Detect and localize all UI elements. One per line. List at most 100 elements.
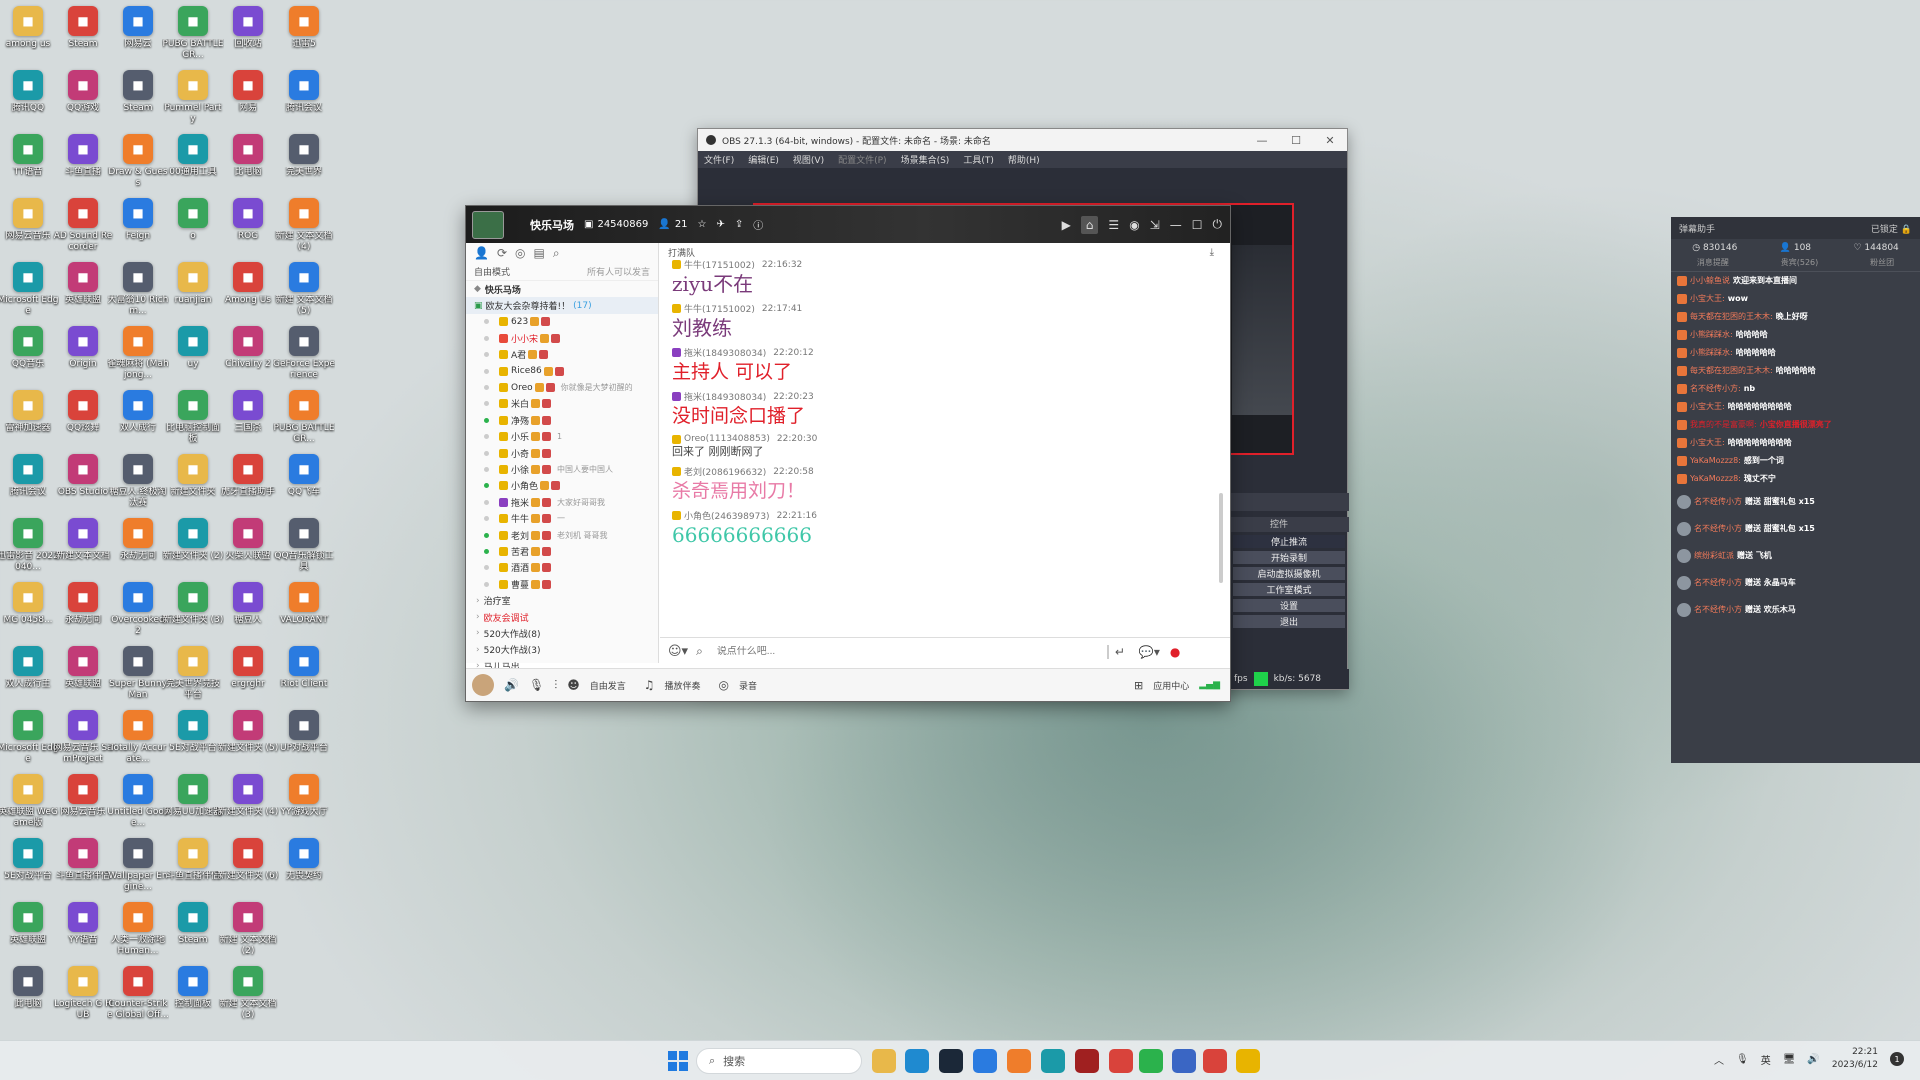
tab-messages[interactable]: 消息提醒 [1697, 257, 1729, 271]
notification-icon[interactable]: 1 [1890, 1052, 1904, 1066]
app-center-label[interactable]: 应用中心 [1153, 679, 1189, 692]
message-user[interactable]: 拖米(1849308034) [684, 346, 766, 359]
obs-menu-file[interactable]: 文件(F) [704, 153, 734, 166]
desktop-icon[interactable]: ■ 比电脑控制面板 [163, 390, 223, 445]
tab-fans[interactable]: 粉丝团 [1870, 257, 1894, 271]
desktop-icon[interactable]: ■ 英雄联盟 [0, 902, 58, 946]
member-row[interactable]: 623 [466, 314, 658, 330]
desktop-icon[interactable]: ■ 糖豆人 [218, 582, 278, 626]
share-icon[interactable]: ⇪ [735, 219, 743, 230]
danmaku-user[interactable]: YaKaMozzz8: [1690, 474, 1741, 484]
obs-icon[interactable] [1007, 1049, 1031, 1073]
desktop-icon[interactable]: ■ Draw & Guess [108, 134, 168, 189]
desktop-icon[interactable]: ■ 雀魂麻将 (Mahjong... [107, 326, 169, 381]
exit-button[interactable]: 退出 [1232, 614, 1346, 629]
stop-stream-button[interactable]: 停止推流 [1232, 534, 1346, 549]
desktop-icon[interactable]: ■ Among Us [218, 262, 278, 306]
desktop-icon[interactable]: ■ 5E对战平台 [163, 710, 223, 754]
desktop-icon[interactable]: ■ GeForce Experience [273, 326, 335, 381]
desktop-icon[interactable]: ■ UP对战平台 [274, 710, 334, 754]
desktop-icon[interactable]: ■ 网易云音乐 [53, 774, 113, 818]
desktop-icon[interactable]: ■ 网易 [218, 70, 278, 114]
plane-icon[interactable]: ✈ [717, 219, 725, 230]
desktop-icon[interactable]: ■ 网易云音乐 [0, 198, 58, 242]
desktop-icon[interactable]: ■ TT语音 [0, 134, 58, 178]
yy-channel-window[interactable]: 快乐马场 ▣ 24540869 👤 21 ☆ ✈ ⇪ ⓘ ▶ ⌂ ☰ ◉ ⇲ —… [465, 205, 1231, 702]
free-speak-label[interactable]: 自由发言 [590, 679, 626, 692]
desktop-icon[interactable]: ■ QQ飞车 [274, 454, 334, 498]
yy-voice-icon[interactable] [1236, 1049, 1260, 1073]
desktop-icon[interactable]: ■ Feign [108, 198, 168, 242]
chat-tab[interactable]: 打满队 [660, 243, 1226, 259]
desktop-icon[interactable]: ■ 英雄联盟 WeGame版 [0, 774, 58, 829]
location-icon[interactable]: ◎ [515, 246, 525, 260]
obs-menu-edit[interactable]: 编辑(E) [748, 153, 779, 166]
desktop-icon[interactable]: ■ Logitech G HUB [53, 966, 113, 1021]
danmaku-user[interactable]: 名不经传小方 [1694, 578, 1742, 588]
netease-music-icon[interactable] [1109, 1049, 1133, 1073]
desktop-icon[interactable]: ■ Pummel Party [163, 70, 223, 125]
danmaku-user[interactable]: 小熊踩踩水: [1690, 348, 1733, 358]
music-icon[interactable]: ♫ [644, 678, 655, 692]
desktop-icon[interactable]: ■ 网易UU加速器 [163, 774, 223, 818]
desktop-icon[interactable]: ■ 斗鱼直播伴侣 [53, 838, 113, 882]
edge-icon[interactable] [905, 1049, 929, 1073]
danmaku-user[interactable]: 名不经传小方 [1694, 605, 1742, 615]
video-icon[interactable]: ▶ [1062, 218, 1071, 232]
desktop-icon[interactable]: ■ ruanjian [163, 262, 223, 306]
virtual-camera-button[interactable]: 启动虚拟摄像机 [1232, 566, 1346, 581]
member-row[interactable]: 小小宋 [466, 330, 658, 346]
maximize-icon[interactable]: ☐ [1192, 218, 1203, 232]
member-row[interactable]: 小角色 [466, 478, 658, 494]
app-center-icon[interactable]: ⊞ [1134, 679, 1143, 692]
danmaku-user[interactable]: 小宝大王: [1690, 438, 1725, 448]
subchannel-row[interactable]: › 520大作战(8) [466, 625, 658, 641]
minimize-icon[interactable]: — [1245, 129, 1279, 151]
network-icon[interactable]: 🖥 [1783, 1054, 1796, 1065]
free-speak-icon[interactable]: ☻ [567, 678, 580, 692]
ime-indicator[interactable]: 英 [1761, 1052, 1771, 1067]
desktop-icon[interactable]: ■ 新建文本文档 [53, 518, 113, 562]
desktop-icon[interactable]: ■ 新建 文本文档 (2) [218, 902, 278, 957]
desktop-icon[interactable]: ■ 新建 文本文档 (5) [274, 262, 334, 317]
member-row[interactable]: Oreo 你就像是大梦初醒的 [466, 379, 658, 395]
chat-input[interactable] [716, 646, 1097, 657]
desktop-icon[interactable]: ■ 新建文件夹 (4) [218, 774, 278, 818]
desktop-icon[interactable]: ■ 永劫无间 [108, 518, 168, 562]
tab-vip[interactable]: 贵宾(526) [1781, 257, 1819, 271]
desktop-icon[interactable]: ■ 回收站 [218, 6, 278, 50]
obs-menu-profile[interactable]: 配置文件(P) [838, 153, 886, 166]
desktop-icon[interactable]: ■ Origin [53, 326, 113, 370]
desktop-icon[interactable]: ■ VALORANT [274, 582, 334, 626]
mic-record-icon[interactable]: ● [1170, 645, 1180, 659]
tree-root[interactable]: ◆ 快乐马场 [466, 281, 658, 297]
desktop-icon[interactable]: ■ 此电脑 [0, 966, 58, 1010]
lock-status[interactable]: 已锁定 🔒 [1871, 222, 1912, 235]
search-icon[interactable]: ⌕ [553, 246, 560, 261]
yy-topbar[interactable]: 快乐马场 ▣ 24540869 👤 21 ☆ ✈ ⇪ ⓘ ▶ ⌂ ☰ ◉ ⇲ —… [466, 206, 1230, 243]
minimize-icon[interactable]: — [1170, 218, 1182, 232]
desktop-icon[interactable]: ■ 新建文件夹 (6) [218, 838, 278, 882]
desktop-icon[interactable]: ■ Wallpaper Engine... [108, 838, 168, 893]
desktop-icon[interactable]: ■ 新建文件夹 (2) [163, 518, 223, 562]
member-row[interactable]: 净殇 [466, 412, 658, 428]
message-user[interactable]: 小角色(246398973) [684, 509, 770, 522]
member-row[interactable]: A君 [466, 347, 658, 363]
desktop-icon[interactable]: ■ Chivalry 2 [218, 326, 278, 370]
collapse-icon[interactable]: ⇲ [1150, 218, 1160, 232]
yy-icon[interactable] [1041, 1049, 1065, 1073]
speaker-icon[interactable]: 🔊 [504, 678, 519, 692]
desktop-icon[interactable]: ■ 斗鱼直播伴侣 [163, 838, 223, 882]
windows-start-icon[interactable] [668, 1051, 688, 1071]
message-user[interactable]: 老刘(2086196632) [684, 465, 766, 478]
chat-bubble-icon[interactable]: 💬▾ [1139, 645, 1160, 659]
desktop-icon[interactable]: ■ PUBG BATTLEGR... [273, 390, 335, 445]
desktop-icon[interactable]: ■ 英雄联盟 [53, 646, 113, 690]
desktop-icon[interactable]: ■ Microsoft Edge [0, 262, 58, 317]
music-label[interactable]: 播放伴奏 [665, 679, 701, 692]
maximize-icon[interactable]: ☐ [1279, 129, 1313, 151]
desktop-icon[interactable]: ■ ergrghr [218, 646, 278, 690]
desktop-icon[interactable]: ■ ROG [218, 198, 278, 242]
obs-titlebar[interactable]: OBS 27.1.3 (64-bit, windows) - 配置文件: 未命名… [698, 129, 1347, 151]
desktop-icon[interactable]: ■ 腾讯会议 [0, 454, 58, 498]
